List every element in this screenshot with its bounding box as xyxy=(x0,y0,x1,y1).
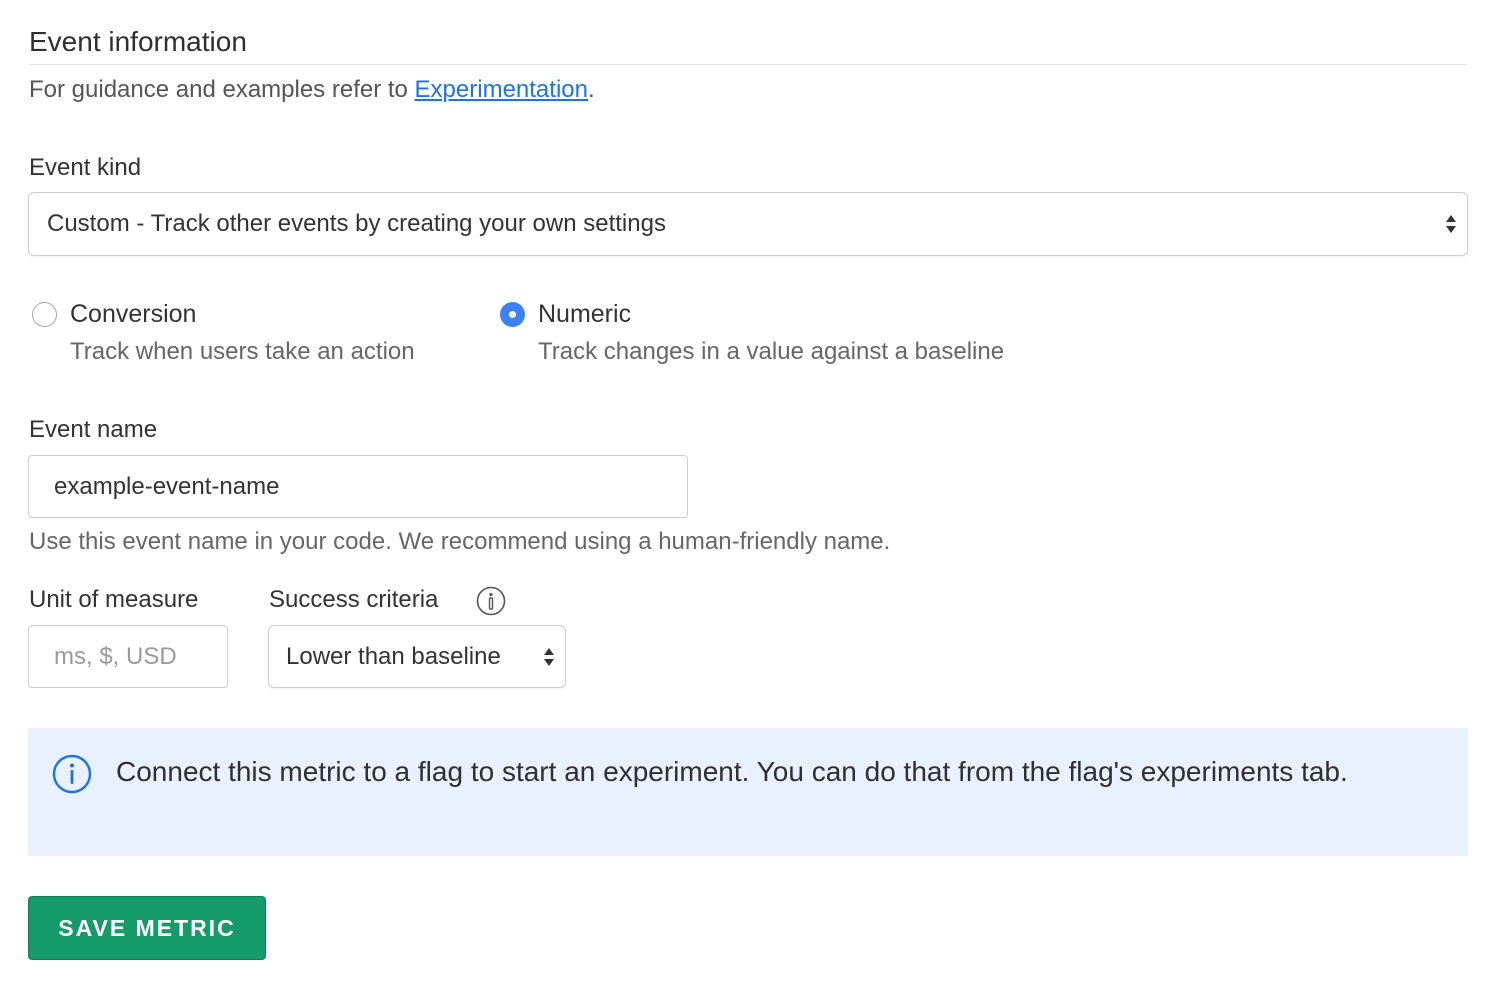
section-title: Event information xyxy=(29,26,247,57)
radio-option-conversion[interactable]: Conversion Track when users take an acti… xyxy=(32,300,472,372)
numeric-radio[interactable] xyxy=(500,302,525,327)
event-name-hint: Use this event name in your code. We rec… xyxy=(29,528,891,555)
section-divider xyxy=(29,64,1467,65)
event-information-form: Event information For guidance and examp… xyxy=(0,0,1492,988)
unit-of-measure-label: Unit of measure xyxy=(29,586,199,613)
select-arrows-icon xyxy=(1446,215,1456,233)
event-name-input[interactable] xyxy=(28,455,688,518)
numeric-radio-description: Track changes in a value against a basel… xyxy=(538,338,1005,365)
callout-text: Connect this metric to a flag to start a… xyxy=(116,756,1348,787)
event-name-label: Event name xyxy=(29,416,158,443)
guidance-prefix: For guidance and examples refer to xyxy=(29,76,415,103)
info-tooltip-icon[interactable] xyxy=(476,586,506,616)
success-criteria-select[interactable]: Lower than baseline xyxy=(268,625,566,688)
numeric-radio-label: Numeric xyxy=(538,300,632,328)
guidance-text: For guidance and examples refer to Exper… xyxy=(29,76,595,104)
experimentation-link[interactable]: Experimentation xyxy=(415,76,588,103)
conversion-radio[interactable] xyxy=(32,302,57,327)
unit-of-measure-input[interactable] xyxy=(28,625,228,688)
event-kind-selected-value: Custom - Track other events by creating … xyxy=(47,210,666,237)
select-arrows-icon xyxy=(544,647,554,666)
event-kind-select[interactable]: Custom - Track other events by creating … xyxy=(28,192,1468,256)
guidance-suffix: . xyxy=(587,76,595,103)
info-callout: Connect this metric to a flag to start a… xyxy=(28,728,1468,856)
info-icon xyxy=(52,754,92,794)
conversion-radio-label: Conversion xyxy=(70,300,197,328)
success-criteria-label: Success criteria xyxy=(269,586,439,613)
radio-option-numeric[interactable]: Numeric Track changes in a value against… xyxy=(500,300,1080,372)
conversion-radio-description: Track when users take an action xyxy=(70,338,415,365)
success-criteria-selected-value: Lower than baseline xyxy=(286,642,501,670)
save-metric-button[interactable]: SAVE METRIC xyxy=(28,896,266,960)
event-kind-label: Event kind xyxy=(29,154,142,181)
